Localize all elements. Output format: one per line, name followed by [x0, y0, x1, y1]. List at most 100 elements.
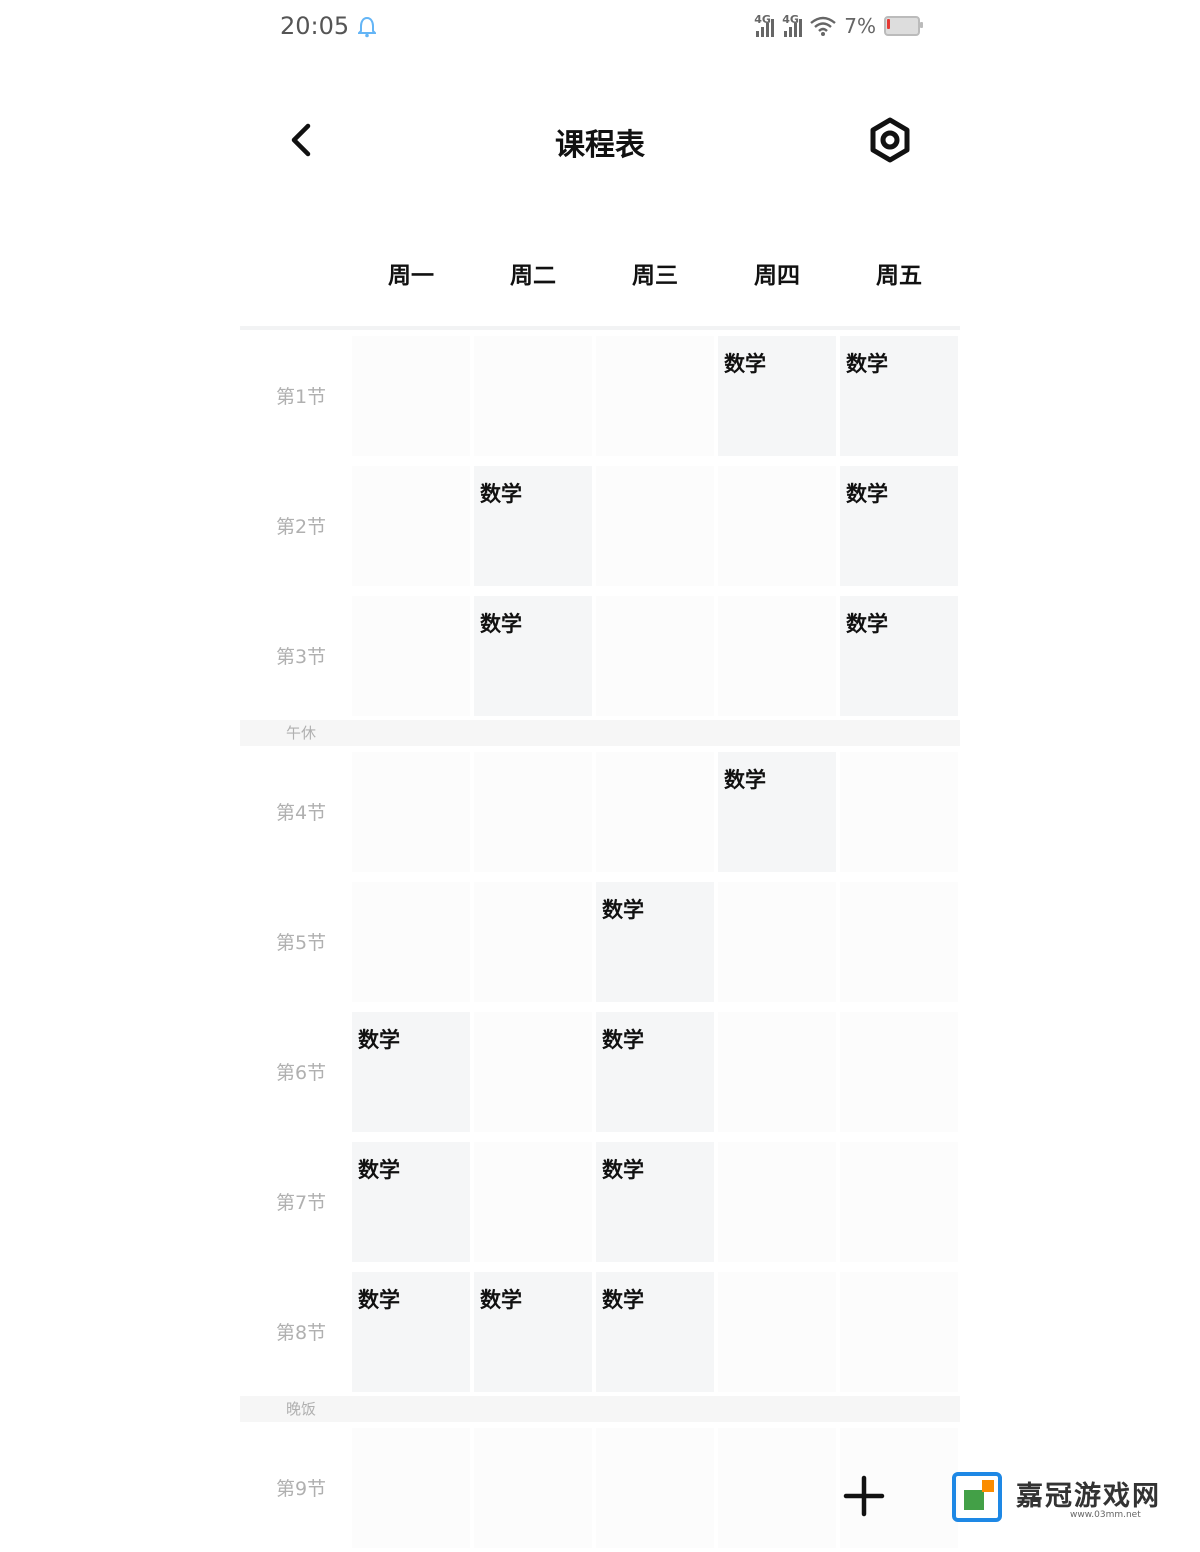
day-header-mon: 周一	[388, 263, 434, 289]
course-cell[interactable]: 数学	[352, 1142, 470, 1262]
period-row: 第5节 数学	[240, 876, 960, 1006]
period-row: 第4节 数学	[240, 746, 960, 876]
status-time: 20:05	[280, 12, 350, 40]
empty-cell[interactable]	[718, 596, 836, 716]
course-cell[interactable]: 数学	[840, 466, 958, 586]
phone-screen: 20:05 4G 4G 7% 课程表 周一 周二 周三 周四 周五 第1节 数学…	[240, 0, 960, 1548]
empty-cell[interactable]	[718, 1428, 836, 1548]
day-header-tue: 周二	[510, 263, 556, 289]
empty-cell[interactable]	[596, 336, 714, 456]
course-name: 数学	[846, 482, 888, 506]
empty-cell[interactable]	[352, 882, 470, 1002]
empty-cell[interactable]	[840, 752, 958, 872]
empty-cell[interactable]	[596, 1428, 714, 1548]
day-header-thu: 周四	[754, 263, 800, 289]
period-row: 第2节 数学 数学	[240, 460, 960, 590]
course-cell[interactable]: 数学	[718, 336, 836, 456]
course-cell[interactable]: 数学	[474, 466, 592, 586]
period-row: 第7节 数学 数学	[240, 1136, 960, 1266]
period-label: 第7节	[275, 1191, 327, 1214]
course-cell[interactable]: 数学	[596, 1012, 714, 1132]
battery-icon	[884, 16, 923, 36]
course-name: 数学	[846, 612, 888, 636]
period-label: 第4节	[275, 801, 327, 824]
course-name: 数学	[358, 1288, 400, 1312]
period-label: 第8节	[275, 1321, 327, 1344]
empty-cell[interactable]	[840, 882, 958, 1002]
empty-cell[interactable]	[840, 1012, 958, 1132]
course-name: 数学	[480, 1288, 522, 1312]
empty-cell[interactable]	[718, 882, 836, 1002]
page-title: 课程表	[555, 128, 645, 163]
period-row: 第6节 数学 数学	[240, 1006, 960, 1136]
status-indicators: 4G 4G 7%	[754, 13, 923, 38]
empty-cell[interactable]	[596, 596, 714, 716]
course-cell[interactable]: 数学	[718, 752, 836, 872]
course-cell[interactable]: 数学	[352, 1012, 470, 1132]
course-cell[interactable]: 数学	[840, 596, 958, 716]
break-label: 午休	[286, 724, 317, 742]
empty-cell[interactable]	[718, 1272, 836, 1392]
empty-cell[interactable]	[474, 1012, 592, 1132]
period-label: 第6节	[275, 1061, 327, 1084]
weekday-header: 周一 周二 周三 周四 周五	[350, 256, 960, 290]
period-label: 第2节	[275, 515, 327, 538]
battery-percent: 7%	[844, 14, 876, 38]
break-label: 晚饭	[286, 1400, 317, 1418]
empty-cell[interactable]	[352, 752, 470, 872]
timetable-grid: 第1节 数学 数学 第2节 数学 数学 第3节 数学 数学 午休 第4节 数学 第5节 数学 第6节 数学 数学…	[240, 330, 960, 1552]
course-name: 数学	[724, 768, 766, 792]
day-header-wed: 周三	[632, 263, 678, 289]
empty-cell[interactable]	[474, 752, 592, 872]
course-cell[interactable]: 数学	[474, 596, 592, 716]
course-name: 数学	[602, 1158, 644, 1182]
course-name: 数学	[602, 1028, 644, 1052]
course-name: 数学	[846, 352, 888, 376]
period-label: 第3节	[275, 645, 327, 668]
bell-icon	[358, 16, 376, 38]
plus-icon	[843, 1475, 885, 1517]
empty-cell[interactable]	[718, 1142, 836, 1262]
empty-cell[interactable]	[352, 466, 470, 586]
period-row: 第3节 数学 数学	[240, 590, 960, 720]
empty-cell[interactable]	[474, 882, 592, 1002]
empty-cell[interactable]	[840, 1272, 958, 1392]
course-cell[interactable]: 数学	[596, 1272, 714, 1392]
course-cell[interactable]: 数学	[596, 882, 714, 1002]
empty-cell[interactable]	[596, 752, 714, 872]
course-name: 数学	[724, 352, 766, 376]
watermark-url: www.03mm.net	[1070, 1510, 1141, 1520]
lunch-break-row: 午休	[240, 720, 960, 746]
period-row: 第1节 数学 数学	[240, 330, 960, 460]
empty-cell[interactable]	[596, 466, 714, 586]
course-cell[interactable]: 数学	[596, 1142, 714, 1262]
period-row: 第8节 数学 数学 数学	[240, 1266, 960, 1396]
period-label: 第9节	[275, 1477, 327, 1500]
gear-icon	[870, 117, 910, 163]
empty-cell[interactable]	[840, 1142, 958, 1262]
course-name: 数学	[480, 482, 522, 506]
signal-icon-1: 4G	[754, 13, 775, 37]
empty-cell[interactable]	[352, 1428, 470, 1548]
add-course-button[interactable]	[838, 1470, 890, 1522]
dinner-break-row: 晚饭	[240, 1396, 960, 1422]
course-cell[interactable]: 数学	[840, 336, 958, 456]
course-name: 数学	[358, 1158, 400, 1182]
empty-cell[interactable]	[474, 1142, 592, 1262]
course-name: 数学	[358, 1028, 400, 1052]
watermark-logo: 嘉冠游戏网 www.03mm.net	[952, 1470, 1192, 1526]
empty-cell[interactable]	[718, 1012, 836, 1132]
empty-cell[interactable]	[474, 1428, 592, 1548]
signal-icon-2: 4G	[782, 13, 803, 37]
empty-cell[interactable]	[718, 466, 836, 586]
empty-cell[interactable]	[474, 336, 592, 456]
period-label: 第5节	[275, 931, 327, 954]
empty-cell[interactable]	[352, 336, 470, 456]
period-label: 第1节	[275, 385, 327, 408]
course-cell[interactable]: 数学	[352, 1272, 470, 1392]
empty-cell[interactable]	[352, 596, 470, 716]
settings-button[interactable]	[866, 116, 914, 164]
course-cell[interactable]: 数学	[474, 1272, 592, 1392]
course-name: 数学	[602, 898, 644, 922]
watermark-emblem-icon	[952, 1472, 1002, 1522]
